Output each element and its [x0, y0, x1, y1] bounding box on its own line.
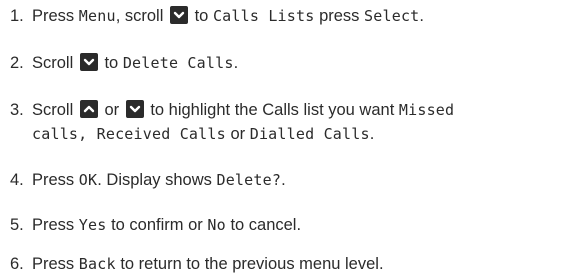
step-text: Scroll	[32, 54, 74, 72]
display-text: Back	[78, 255, 116, 273]
chevron-down-icon	[79, 53, 98, 71]
step-text: Press	[32, 255, 75, 273]
step-3: 3. Scroll or to highlight the Calls list …	[10, 98, 574, 122]
step-5: 5. Press Yes to confirm or No to cancel.	[10, 213, 574, 237]
display-text: OK	[78, 171, 98, 189]
step-text: Press	[32, 171, 75, 189]
step-6: 6. Press Back to return to the previous m…	[10, 252, 574, 276]
chevron-down-icon	[125, 100, 144, 118]
step-text: or	[230, 125, 246, 143]
step-text: Scroll	[32, 101, 74, 119]
step-number: 3.	[10, 101, 24, 119]
step-text: .	[369, 125, 375, 143]
display-text: calls, Received Calls	[32, 125, 226, 143]
display-text: Dialled Calls	[249, 125, 370, 143]
step-number: 6.	[10, 255, 24, 273]
step-text: to return to the previous menu level.	[120, 255, 384, 273]
chevron-up-icon	[79, 100, 98, 118]
step-text: . Display shows	[97, 171, 212, 189]
step-text: .	[233, 54, 239, 72]
step-number: 1.	[10, 7, 24, 25]
step-text: to	[104, 54, 119, 72]
instruction-list: 1. Press Menu, scroll to Calls Lists pres…	[0, 0, 578, 280]
display-text: Calls Lists	[212, 7, 315, 25]
step-text: .	[281, 171, 286, 189]
step-text: to highlight the Calls list you want	[150, 101, 395, 119]
display-text: No	[207, 216, 226, 234]
step-4: 4. Press OK. Display shows Delete?.	[10, 168, 574, 192]
step-text: or	[104, 101, 120, 119]
display-text: Yes	[78, 216, 107, 234]
step-2: 2. Scroll to Delete Calls.	[10, 51, 574, 75]
display-text: Menu	[78, 7, 116, 25]
step-text: Press	[32, 7, 75, 25]
display-text: Delete Calls	[122, 54, 234, 72]
step-3-continued: calls, Received Calls or Dialled Calls.	[10, 122, 574, 146]
step-text: Press	[32, 216, 75, 234]
step-text: press	[319, 7, 360, 25]
step-number: 2.	[10, 54, 24, 72]
step-1: 1. Press Menu, scroll to Calls Lists pres…	[10, 4, 574, 28]
step-text: to confirm or	[111, 216, 203, 234]
display-text: Delete?	[216, 171, 282, 189]
step-number: 5.	[10, 216, 24, 234]
display-text: Missed	[398, 101, 455, 119]
step-number: 4.	[10, 171, 24, 189]
step-text: , scroll	[115, 7, 164, 25]
step-text: to cancel.	[230, 216, 302, 234]
step-text: to	[194, 7, 209, 25]
chevron-down-icon	[169, 6, 188, 24]
display-text: Select	[364, 7, 420, 25]
step-text: .	[419, 7, 425, 25]
